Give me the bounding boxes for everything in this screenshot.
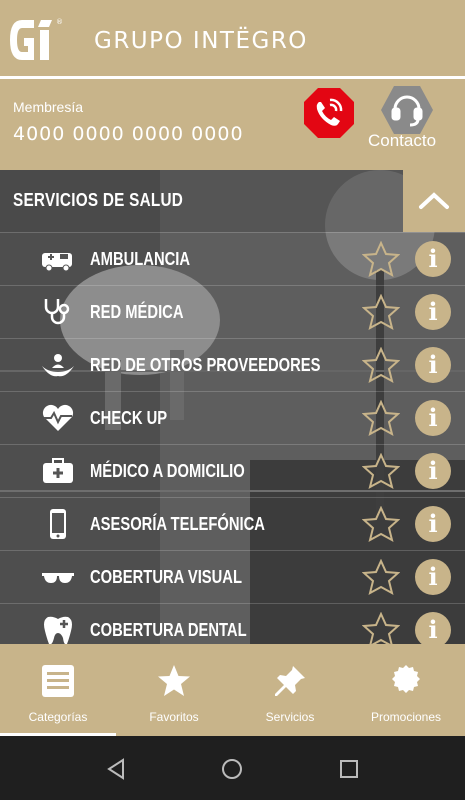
nav-favoritos[interactable]: Favoritos xyxy=(116,644,232,736)
contact-button[interactable] xyxy=(380,85,434,135)
nav-promociones[interactable]: Promociones xyxy=(348,644,464,736)
chevron-up-icon xyxy=(419,192,449,209)
list-item[interactable]: COBERTURA VISUAL i xyxy=(0,550,465,603)
list-item[interactable]: MÉDICO A DOMICILIO i xyxy=(0,444,465,497)
list-item-label: RED MÉDICA xyxy=(90,302,184,322)
contact-label[interactable]: Contacto xyxy=(368,131,436,151)
favorite-star-icon[interactable] xyxy=(362,241,400,277)
info-button[interactable]: i xyxy=(415,559,451,595)
smartphone-icon xyxy=(50,509,66,539)
nav-label: Favoritos xyxy=(149,710,199,724)
list-item[interactable]: ASESORÍA TELEFÓNICA i xyxy=(0,497,465,550)
list-item-label: AMBULANCIA xyxy=(90,249,191,269)
nav-label: Categorías xyxy=(28,710,88,724)
favorite-star-icon[interactable] xyxy=(362,347,400,383)
glasses-icon xyxy=(42,573,74,583)
info-button[interactable]: i xyxy=(415,453,451,489)
star-icon xyxy=(158,665,190,696)
logo-row: ® Gi GRUPO INTËGRO xyxy=(0,0,465,76)
list-item[interactable]: RED DE OTROS PROVEEDORES i xyxy=(0,338,465,391)
services-panel: SERVICIOS DE SALUD AMBULANCIA i RED MÉDI… xyxy=(0,170,465,644)
favorite-star-icon[interactable] xyxy=(362,294,400,330)
info-button[interactable]: i xyxy=(415,506,451,542)
app-header: ® Gi GRUPO INTËGRO Membresía 4000 0000 0… xyxy=(0,0,465,170)
logo-text: Gi xyxy=(8,14,10,15)
list-item-label: RED DE OTROS PROVEEDORES xyxy=(90,355,321,375)
list-icon xyxy=(42,665,74,697)
system-navigation-bar xyxy=(0,736,465,800)
nav-label: Promociones xyxy=(370,710,442,724)
section-title: SERVICIOS DE SALUD xyxy=(13,190,184,210)
info-button[interactable]: i xyxy=(415,294,451,330)
list-item-label: CHECK UP xyxy=(90,408,168,428)
nav-label: Servicios xyxy=(265,710,315,724)
membership-label: Membresía xyxy=(13,99,84,115)
tooth-icon xyxy=(44,616,72,644)
svg-text:®: ® xyxy=(56,18,63,26)
list-item[interactable]: CHECK UP i xyxy=(0,391,465,444)
badge-icon xyxy=(392,665,420,693)
recents-icon[interactable] xyxy=(338,758,360,780)
emergency-call-button[interactable] xyxy=(302,86,356,140)
hands-people-icon xyxy=(42,354,74,377)
pin-icon xyxy=(275,666,305,696)
favorite-star-icon[interactable] xyxy=(362,506,400,542)
info-button[interactable]: i xyxy=(415,400,451,436)
favorite-star-icon[interactable] xyxy=(362,559,400,595)
heart-pulse-icon xyxy=(42,404,74,431)
header-divider xyxy=(0,76,465,79)
list-item[interactable]: COBERTURA DENTAL i xyxy=(0,603,465,644)
list-item-label: COBERTURA DENTAL xyxy=(90,620,247,640)
favorite-star-icon[interactable] xyxy=(362,400,400,436)
list-item-label: MÉDICO A DOMICILIO xyxy=(90,461,245,481)
favorite-star-icon[interactable] xyxy=(362,453,400,489)
nav-categorias[interactable]: Categorías xyxy=(0,644,116,736)
nav-servicios[interactable]: Servicios xyxy=(232,644,348,736)
brand-name: GRUPO INTËGRO xyxy=(94,28,308,54)
bottom-navigation: Categorías Favoritos Servicios Promocion… xyxy=(0,644,465,736)
list-item-label: ASESORÍA TELEFÓNICA xyxy=(90,514,265,534)
membership-number: 4000 0000 0000 0000 xyxy=(13,123,244,145)
collapse-button[interactable] xyxy=(403,170,465,232)
stethoscope-icon xyxy=(44,299,70,325)
list-item-label: COBERTURA VISUAL xyxy=(90,567,242,587)
favorite-star-icon[interactable] xyxy=(362,612,400,644)
info-button[interactable]: i xyxy=(415,241,451,277)
home-icon[interactable] xyxy=(221,758,243,780)
info-button[interactable]: i xyxy=(415,347,451,383)
info-button[interactable]: i xyxy=(415,612,451,644)
list-item[interactable]: AMBULANCIA i xyxy=(0,232,465,285)
section-header[interactable]: SERVICIOS DE SALUD xyxy=(0,170,465,232)
logo: ® Gi xyxy=(8,14,63,60)
back-icon[interactable] xyxy=(105,758,127,780)
list-item[interactable]: RED MÉDICA i xyxy=(0,285,465,338)
ambulance-icon xyxy=(42,253,72,272)
medical-kit-icon xyxy=(43,458,73,483)
